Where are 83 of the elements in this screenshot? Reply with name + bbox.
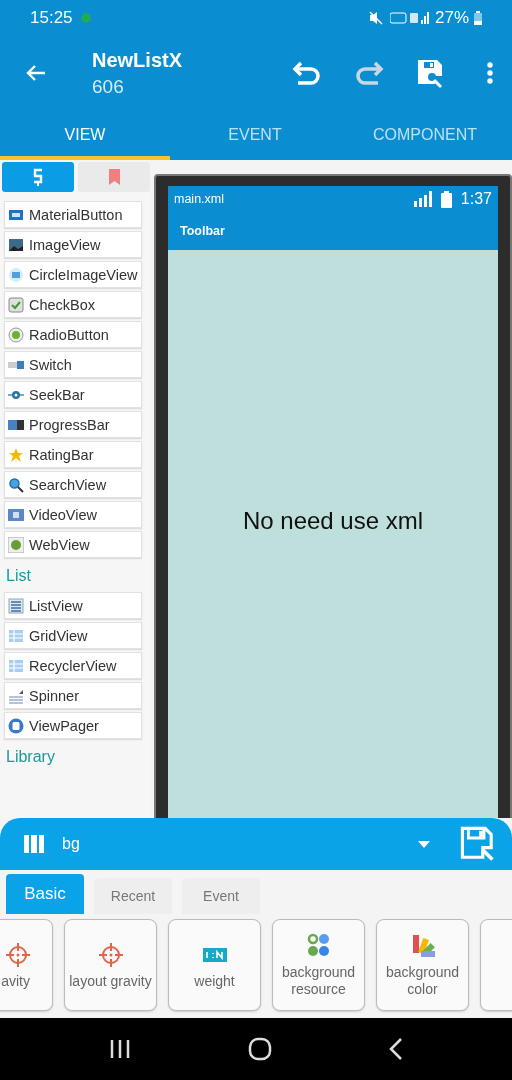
layout-columns-icon [24,835,44,853]
widget-label: WebView [29,536,90,553]
property-card[interactable]: avity [0,919,53,1011]
preview-clock: 1:37 [460,190,492,208]
widget-item[interactable]: Spinner [4,682,142,709]
property-card[interactable]: background color [376,919,469,1011]
grid-widget-icon [8,627,24,644]
property-tab[interactable]: Event [182,878,260,914]
widget-item[interactable]: SearchView [4,471,142,498]
widget-item[interactable]: RadioButton [4,321,142,348]
bookmark-icon [108,169,120,185]
crosshair-icon [4,940,32,969]
widget-item[interactable]: CircleImageView [4,261,142,288]
widget-label: Spinner [29,687,79,704]
property-card[interactable]: background resource [272,919,365,1011]
palette-section-title: Library [5,747,56,767]
widget-item[interactable]: WebView [4,531,142,558]
widget-label: SearchView [29,476,107,493]
property-card[interactable]: weight [168,919,261,1011]
crosshair-icon [96,940,125,969]
property-card[interactable]: layout gravity [64,919,157,1011]
widget-label: RadioButton [29,326,109,343]
widget-label: SeekBar [29,386,85,403]
widget-item[interactable]: ViewPager [4,712,142,739]
widget-item[interactable]: ImageView [4,231,142,258]
dropdown-caret-icon[interactable] [418,840,430,848]
widget-label: ImageView [29,236,101,253]
widget-item[interactable]: RatingBar [4,441,142,468]
battery-icon [440,190,452,208]
list-widget-icon [8,597,24,614]
more-options-icon[interactable] [486,61,494,85]
widget-label: ViewPager [29,717,99,734]
widget-item[interactable]: Switch [4,351,142,378]
recent-apps-icon[interactable] [108,1039,131,1059]
widget-label: Switch [29,356,72,373]
mute-icon [368,11,385,25]
property-tab[interactable]: Recent [94,878,172,914]
widget-item[interactable]: GridView [4,622,142,649]
widget-label: GridView [29,627,88,644]
widget-item[interactable]: ProgressBar [4,411,142,438]
widget-label: RecyclerView [29,657,117,674]
widget-item[interactable]: MaterialButton [4,201,142,228]
palette-tab[interactable] [2,162,74,192]
pager-widget-icon [8,717,24,734]
widget-item[interactable]: ListView [4,592,142,619]
back-icon[interactable] [389,1038,404,1060]
star-widget-icon [8,446,24,463]
palette-section-title: List [5,566,32,586]
redo-icon[interactable] [354,60,384,86]
home-icon[interactable] [248,1037,272,1061]
app-indicator-icon [79,12,92,24]
layout-filename: main.xml [174,192,224,206]
save-search-icon[interactable] [460,826,496,862]
widget-label: VideoView [29,506,97,523]
widget-label: CheckBox [29,296,96,313]
battery-icon [474,11,482,25]
widget-label: CircleImageView [29,266,138,283]
undo-icon[interactable] [292,60,322,86]
video-widget-icon [8,506,24,523]
grid-widget-icon [8,657,24,674]
img-widget-icon [8,236,24,253]
search-widget-icon [8,476,24,493]
widget-item[interactable]: RecyclerView [4,652,142,679]
status-time: 15:25 [30,8,73,28]
check-widget-icon [8,296,24,313]
radio-widget-icon [8,326,24,343]
network-icon [389,11,430,25]
preview-message: No need use xml [242,507,424,535]
web-widget-icon [8,536,24,553]
widget-label: ProgressBar [29,416,110,433]
battery-percent: 27% [434,8,469,28]
widget-item[interactable]: CheckBox [4,291,142,318]
widget-label: RatingBar [29,446,94,463]
project-id: 606 [92,75,125,98]
preview-toolbar-title: Toolbar [180,224,225,238]
widget-icon [32,168,44,186]
widget-label: MaterialButton [29,206,123,223]
palette-tab[interactable] [78,162,150,192]
project-title: NewListX [92,48,184,72]
cimg-widget-icon [8,266,24,283]
widget-item[interactable]: VideoView [4,501,142,528]
widget-label: ListView [29,597,83,614]
widget-item[interactable]: SeekBar [4,381,142,408]
